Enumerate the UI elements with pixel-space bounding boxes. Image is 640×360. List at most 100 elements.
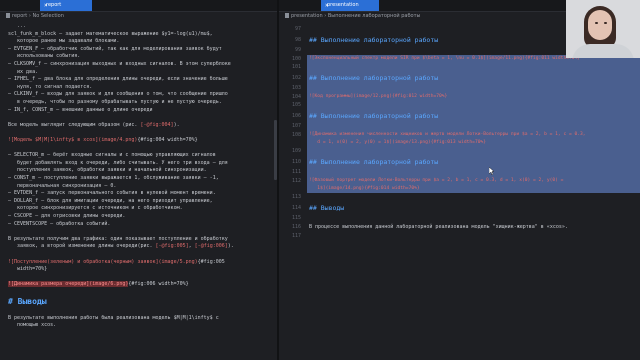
text-segment: которое синхронизируется с источником и … xyxy=(8,205,183,212)
file-icon xyxy=(6,13,10,18)
line-number: 114 xyxy=(291,205,301,211)
breadcrumb-selection[interactable]: No Selection xyxy=(32,13,63,19)
line-text: будет добавлять вход к очереди, либо счи… xyxy=(8,160,228,166)
section-heading: # Выводы xyxy=(8,296,47,306)
image-link: 1$](image/14.png){#fig:014 width=70%} xyxy=(309,186,420,191)
text-segment: ). xyxy=(173,121,180,128)
code-editor[interactable]: ... scl_funk_m_block — задает математичес… xyxy=(0,21,277,360)
line-text: ![Динамика размера очереди](image/6.png)… xyxy=(8,281,189,288)
editor-line[interactable]: 104 ![Код программы](image/12.png){#fig:0… xyxy=(285,93,640,101)
line-number: 101 xyxy=(291,64,301,70)
text-segment: {#fig:004 width=70%} xyxy=(137,137,198,143)
section-heading: ## Выполнение лабораторной работы xyxy=(309,36,439,44)
image-link: ![Динамика размера очереди](image/6.png) xyxy=(8,281,129,288)
editor-line[interactable]: 106 ## Выполнение лабораторной работы xyxy=(285,110,640,122)
editor-line[interactable]: d = 1, x(0) = 2, y(0) = 1$](image/13.png… xyxy=(285,139,640,147)
text-segment: – DOLLAR_f — блок для имитации очереди, … xyxy=(8,197,213,204)
tab-presentation-label: presentation xyxy=(327,2,359,8)
line-text: в очередь, чтобы по разному обрабатывать… xyxy=(8,99,222,105)
cross-reference: [-@fig:004] xyxy=(140,121,174,128)
breadcrumb-file[interactable]: report xyxy=(12,13,27,19)
line-text: – CONST_m — поступление заявки выражаетс… xyxy=(8,175,219,181)
selection-highlight xyxy=(307,63,640,72)
line-text: – CLKINV_f — входы для заявок и для сооб… xyxy=(8,91,228,97)
editor-line[interactable]: 112 ![Фазовый портрет модели Лотки-Вольте… xyxy=(285,177,640,185)
editor-line[interactable]: 115 xyxy=(285,214,636,223)
text-segment: которое ранее мы задавали блоками. xyxy=(8,38,120,45)
image-link: ![Поступление(зеленым) и обработка(черны… xyxy=(8,258,198,265)
editor-line[interactable]: 117 xyxy=(285,232,636,241)
line-text: – CEVENTSCOPE — обработка событий. xyxy=(8,221,110,227)
text-segment: – IFHEL_f — два блока для определения дл… xyxy=(8,76,228,83)
text-segment: В результате получим два графика: один п… xyxy=(8,235,228,242)
line-number: 105 xyxy=(291,102,301,108)
editor-line[interactable]: 111 xyxy=(285,168,640,177)
line-text: – DOLLAR_f — блок для имитации очереди, … xyxy=(8,198,213,204)
editor-line[interactable]: 110 ## Выполнение лабораторной работы xyxy=(285,156,640,168)
editor-line[interactable]: 101 xyxy=(285,63,640,72)
line-text: их два. xyxy=(8,69,38,75)
text-segment: ). xyxy=(227,243,234,250)
tab-presentation[interactable]: presentation xyxy=(321,0,379,11)
editor-line[interactable]: 116 В процессе выполнения данной лаборато… xyxy=(285,223,636,232)
image-link: ![Экспоненциальный спектр модели SIR при… xyxy=(309,56,581,61)
line-text: нуля, то сигнал подается. xyxy=(8,84,92,90)
editor-line[interactable]: 105 xyxy=(285,101,640,110)
line-text: В процессе выполнения данной лабораторно… xyxy=(309,224,568,230)
line-number: 117 xyxy=(291,233,301,239)
selection-highlight xyxy=(307,122,640,131)
editor-line[interactable]: 114 ## Выводы xyxy=(285,202,636,214)
section-heading: ## Выводы xyxy=(309,204,345,212)
image-link: ![Фазовый портрет модели Лотки-Вольтерры… xyxy=(309,178,564,183)
line-text: – CSCOPE — для отрисовки длины очереди. xyxy=(8,213,125,219)
line-text: заявок, а второй изменение длины очереди… xyxy=(8,243,234,249)
selection-highlight xyxy=(307,147,640,156)
image-link: d = 1, x(0) = 2, y(0) = 1$](image/13.png… xyxy=(309,140,487,145)
webcam-overlay xyxy=(566,0,640,58)
conclusion-text: В результате выполнения работы была реал… xyxy=(8,314,219,321)
editor-line[interactable]: 113 xyxy=(285,193,636,202)
editor-line[interactable]: 107 xyxy=(285,122,640,131)
image-link: ![Модель $M|M|1\infty$ в xcos](image/4.p… xyxy=(8,137,138,143)
line-number: 106 xyxy=(291,113,301,119)
text-segment: {#fig:005 xyxy=(197,258,225,265)
text-segment: – CONST_m — поступление заявки выражаетс… xyxy=(8,175,219,181)
line-number: 113 xyxy=(291,194,301,200)
line-text: которое синхронизируется с источником и … xyxy=(8,205,183,211)
text-segment: width=70%} xyxy=(8,266,48,273)
text-segment: заявок, а второй изменение длины очереди… xyxy=(8,243,156,250)
line-text: – SELECTOR_m — берёт входные сигналы и с… xyxy=(8,152,216,158)
close-icon[interactable]: × xyxy=(325,0,329,11)
text-segment: – CSCOPE — для отрисовки длины очереди. xyxy=(8,213,126,219)
line-text: width=70%} xyxy=(8,266,47,272)
text-segment: – EVTGEN_F — обработчик событий, так как… xyxy=(8,45,222,52)
conclusion-text: помощью xcos. xyxy=(8,322,57,329)
line-text: – CLKSOMV_f — синхронизация выходных и в… xyxy=(8,61,231,67)
line-number: 112 xyxy=(291,178,301,184)
text-segment: в очередь, чтобы по разному обрабатывать… xyxy=(8,99,222,105)
mouse-cursor-icon xyxy=(489,167,494,175)
close-icon[interactable]: × xyxy=(44,0,48,11)
text-segment: – CEVENTSCOPE — обработка событий. xyxy=(8,220,111,227)
selection-highlight xyxy=(307,84,640,93)
text-segment: – SELECTOR_m — берёт входные сигналы и с… xyxy=(8,152,216,159)
image-link: ![Код программы](image/12.png){#fig:012 … xyxy=(309,94,448,99)
breadcrumb-section[interactable]: Выполнение лабораторной работы xyxy=(328,13,421,19)
editor-line[interactable]: 103 xyxy=(285,84,640,93)
text-segment: scl_funk_m_block — задает математическое… xyxy=(8,30,213,37)
editor-line[interactable]: 108 ![Динамика изменения численности хищн… xyxy=(285,131,640,139)
breadcrumb-file[interactable]: presentation xyxy=(291,13,323,19)
image-link: ![Динамика изменения численности хищнико… xyxy=(309,132,586,137)
line-number: 99 xyxy=(294,47,301,53)
editor-line[interactable]: 102 ## Выполнение лабораторной работы xyxy=(285,72,640,84)
line-number: 108 xyxy=(291,132,301,138)
editor-line[interactable]: 109 xyxy=(285,147,640,156)
breadcrumb: report › No Selection xyxy=(0,12,277,21)
selection-highlight xyxy=(307,168,640,177)
line-number: 107 xyxy=(291,123,301,129)
editor-line[interactable]: 1$](image/14.png){#fig:014 width=70%} xyxy=(285,185,640,193)
text-segment: – EVTDEN_f — запуск первоначального собы… xyxy=(8,190,216,197)
line-number: 97 xyxy=(294,26,301,32)
text-segment: нуля, то сигнал подается. xyxy=(8,83,93,90)
code-editor[interactable]: 97 98 ## Выполнение лабораторной работы 99 1… xyxy=(279,21,640,360)
